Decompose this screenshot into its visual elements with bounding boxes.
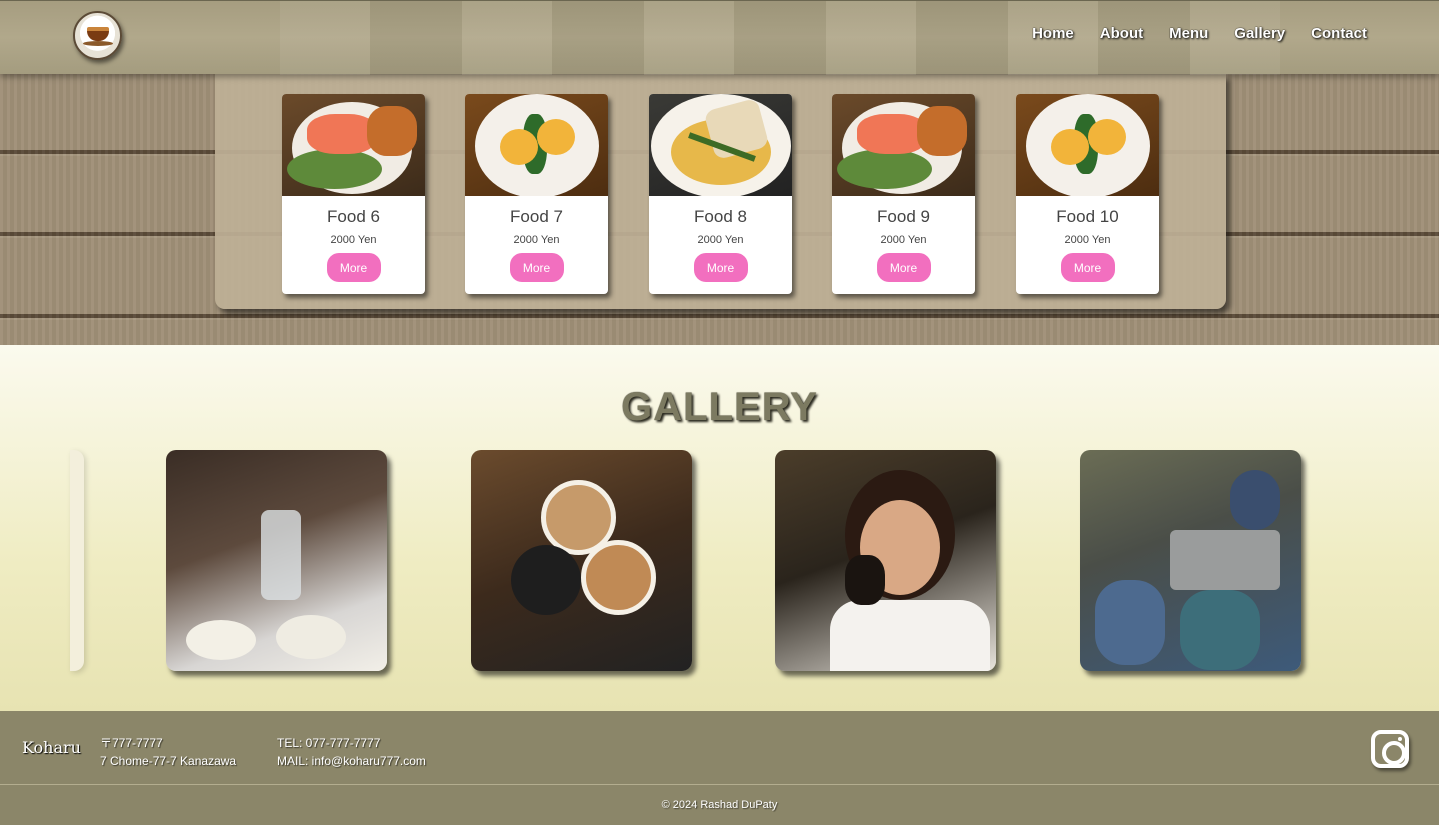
food-card[interactable]: Food 6 2000 Yen More — [282, 94, 425, 294]
more-button[interactable]: More — [1060, 253, 1115, 282]
footer-address: 〒777-7777 7 Chome-77-7 Kanazawa — [100, 734, 236, 770]
fish-dish-image — [649, 94, 792, 196]
food-price: 2000 Yen — [330, 234, 377, 246]
nav-about[interactable]: About — [1100, 25, 1143, 42]
menu-card-panel: Food 6 2000 Yen More Food 7 2000 Yen Mor… — [215, 74, 1226, 309]
food-card[interactable]: Food 8 2000 Yen More — [649, 94, 792, 294]
instagram-icon[interactable] — [1371, 730, 1409, 768]
food-price: 2000 Yen — [1064, 234, 1111, 246]
site-footer: Koharu 〒777-7777 7 Chome-77-7 Kanazawa T… — [0, 711, 1439, 825]
main-nav: Home About Menu Gallery Contact — [1032, 25, 1367, 42]
gallery-previous-photo[interactable] — [70, 450, 84, 671]
barista-counter-photo[interactable] — [1080, 450, 1301, 671]
nav-contact[interactable]: Contact — [1311, 25, 1367, 42]
food-price: 2000 Yen — [880, 234, 927, 246]
coffee-brewing-photo[interactable] — [166, 450, 387, 671]
more-button[interactable]: More — [509, 253, 564, 282]
food-name: Food 6 — [327, 207, 380, 226]
gallery-title: GALLERY — [621, 385, 818, 429]
latte-toast-photo[interactable] — [471, 450, 692, 671]
food-card[interactable]: Food 9 2000 Yen More — [832, 94, 975, 294]
salmon-plate-image — [832, 94, 975, 196]
footer-brand: Koharu — [22, 738, 81, 757]
food-card[interactable]: Food 7 2000 Yen More — [465, 94, 608, 294]
site-header: Home About Menu Gallery Contact — [0, 0, 1439, 75]
copyright-text: © 2024 Rashad DuPaty — [661, 799, 778, 811]
food-card[interactable]: Food 10 2000 Yen More — [1016, 94, 1159, 294]
more-button[interactable]: More — [876, 253, 931, 282]
nav-menu[interactable]: Menu — [1169, 25, 1208, 42]
food-price: 2000 Yen — [513, 234, 560, 246]
food-price: 2000 Yen — [697, 234, 744, 246]
saucer-shape — [83, 41, 113, 46]
more-button[interactable]: More — [693, 253, 748, 282]
footer-divider — [0, 784, 1439, 785]
salmon-plate-image — [282, 94, 425, 196]
food-name: Food 9 — [877, 207, 930, 226]
woman-drinking-photo[interactable] — [775, 450, 996, 671]
nav-home[interactable]: Home — [1032, 25, 1074, 42]
menu-section: Food 6 2000 Yen More Food 7 2000 Yen Mor… — [0, 74, 1439, 345]
footer-contact: TEL: 077-777-7777 MAIL: info@koharu777.c… — [277, 734, 426, 770]
street-address: 7 Chome-77-7 Kanazawa — [100, 754, 237, 768]
food-name: Food 7 — [510, 207, 563, 226]
food-name: Food 8 — [694, 207, 747, 226]
gallery-section: GALLERY — [0, 345, 1439, 711]
nav-gallery[interactable]: Gallery — [1234, 25, 1285, 42]
food-name: Food 10 — [1056, 207, 1119, 226]
coffee-cup-icon[interactable] — [73, 11, 122, 60]
eggs-benedict-image — [465, 94, 608, 196]
email-address[interactable]: MAIL: info@koharu777.com — [277, 752, 426, 770]
more-button[interactable]: More — [326, 253, 381, 282]
postal-code: 〒777-7777 — [100, 736, 163, 750]
eggs-benedict-image — [1016, 94, 1159, 196]
cup-shape — [87, 27, 109, 41]
phone-number: TEL: 077-777-7777 — [277, 736, 381, 750]
